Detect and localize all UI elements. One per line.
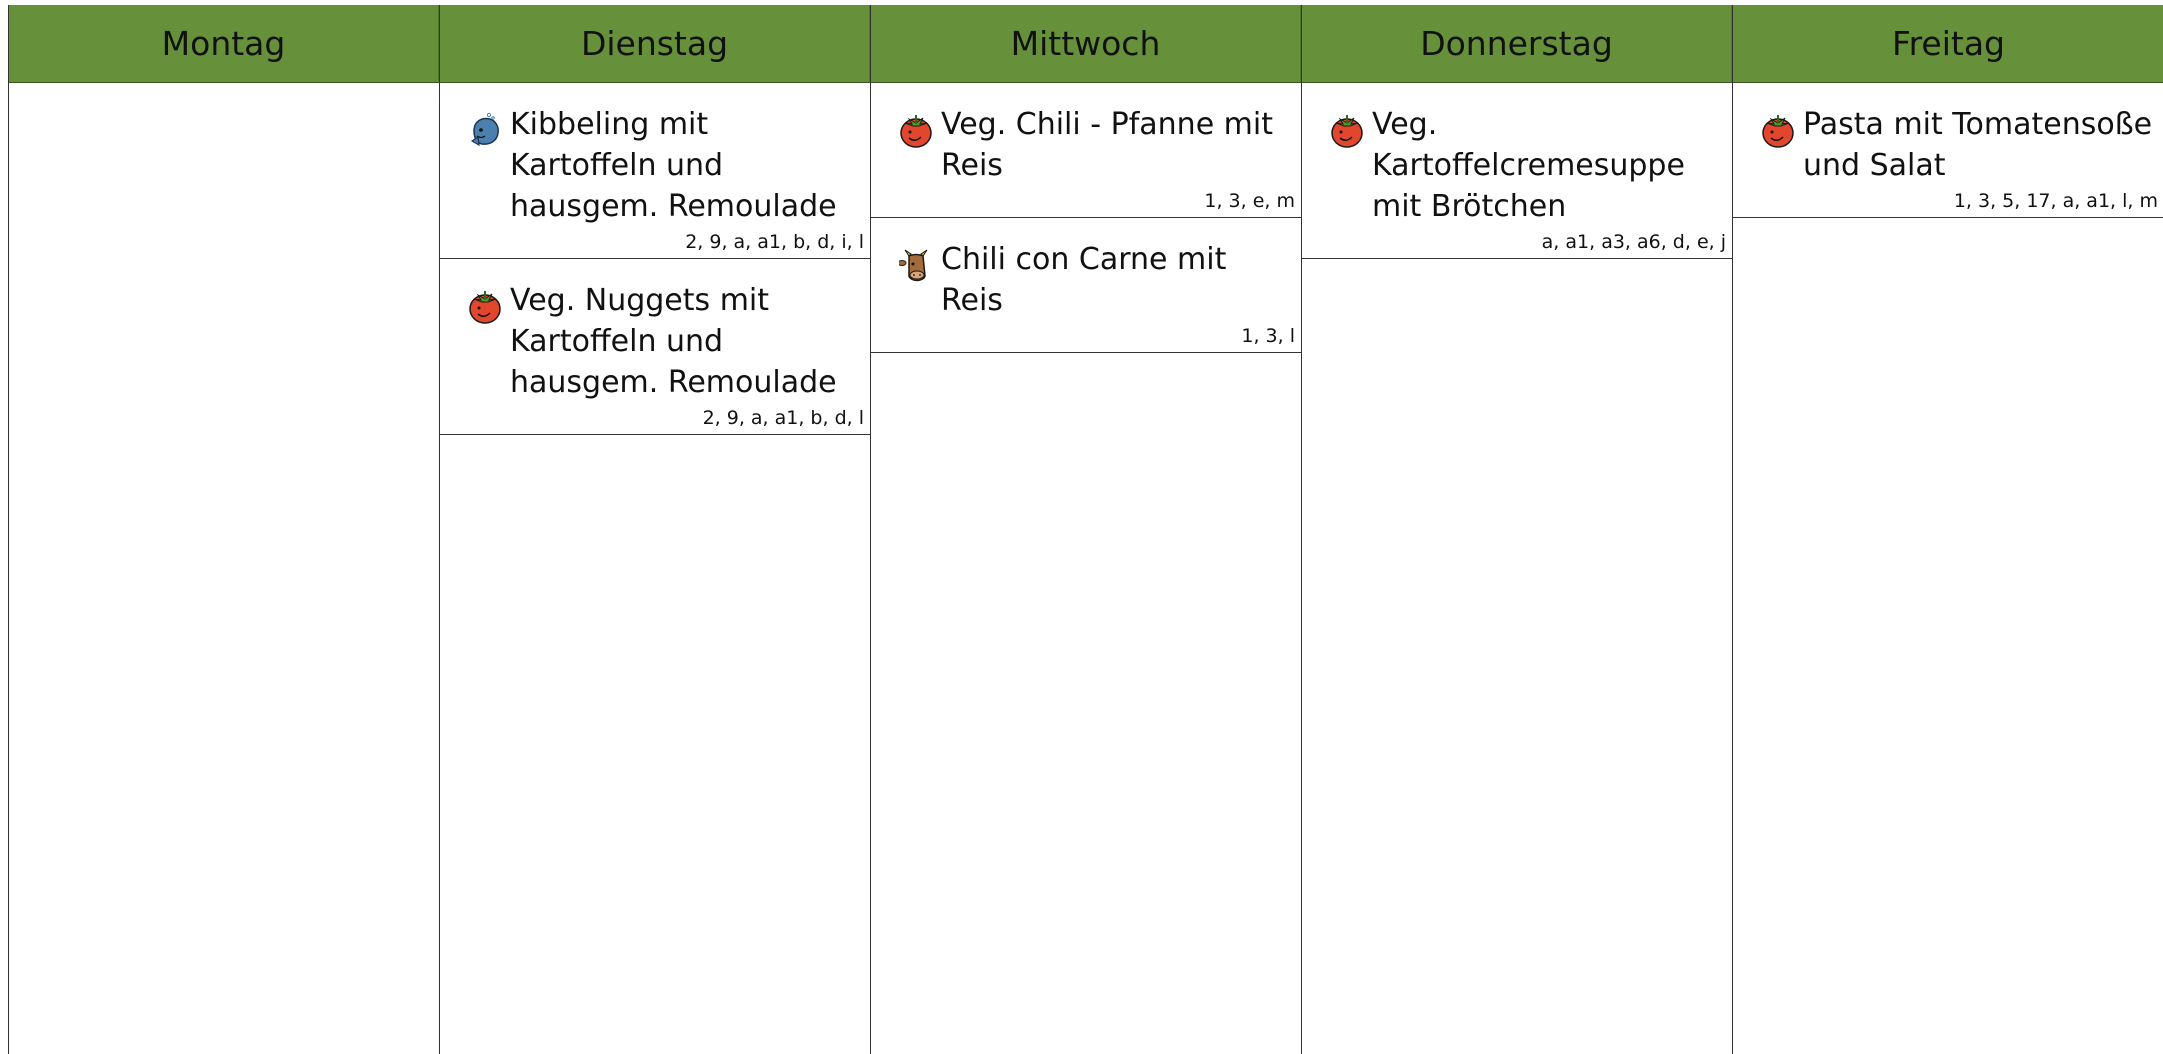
day-column-freitag: Freitag Pasta mit Tomatensoße und Salat …: [1733, 5, 2163, 1054]
day-header: Freitag: [1733, 5, 2163, 83]
day-column-donnerstag: Donnerstag Veg. Kartoffelcremesuppe mit …: [1302, 5, 1733, 1054]
meal-item[interactable]: Pasta mit Tomatensoße und Salat 1, 3, 5,…: [1733, 83, 2163, 218]
day-header: Mittwoch: [871, 5, 1301, 83]
meal-title: Veg. Nuggets mit Kartoffeln und hausgem.…: [510, 283, 837, 400]
meal-item[interactable]: Chili con Carne mit Reis 1, 3, l: [871, 218, 1301, 353]
beef-cow-icon: [899, 249, 928, 282]
meal-list: Kibbeling mit Kartoffeln und hausgem. Re…: [440, 83, 870, 1054]
meal-title: Kibbeling mit Kartoffeln und hausgem. Re…: [510, 107, 837, 224]
day-column-dienstag: Dienstag Kibbeling mit Kartoffeln und ha…: [440, 5, 871, 1054]
meal-title: Chili con Carne mit Reis: [941, 242, 1227, 318]
meal-allergens: 2, 9, a, a1, b, d, l: [702, 407, 864, 429]
meal-allergens: 1, 3, e, m: [1204, 190, 1295, 212]
meal-allergens: 1, 3, 5, 17, a, a1, l, m: [1953, 190, 2158, 212]
vegetarian-tomato-icon: [1762, 115, 1794, 148]
meal-item[interactable]: Kibbeling mit Kartoffeln und hausgem. Re…: [440, 83, 870, 259]
vegetarian-tomato-icon: [469, 291, 501, 324]
meal-list: Veg. Chili - Pfanne mit Reis 1, 3, e, m …: [871, 83, 1301, 1054]
meal-item[interactable]: Veg. Nuggets mit Kartoffeln und hausgem.…: [440, 259, 870, 435]
meal-item[interactable]: Veg. Kartoffelcremesuppe mit Brötchen a,…: [1302, 83, 1732, 259]
meal-title: Pasta mit Tomatensoße und Salat: [1803, 107, 2153, 183]
day-header: Donnerstag: [1302, 5, 1732, 83]
weekly-menu-plan: Montag Dienstag Kibbeling mit Kartoffeln…: [8, 5, 2163, 1054]
meal-title: Veg. Kartoffelcremesuppe mit Brötchen: [1372, 107, 1685, 224]
fish-icon: [470, 112, 499, 147]
vegetarian-tomato-icon: [1331, 115, 1363, 148]
day-header: Dienstag: [440, 5, 870, 83]
vegetarian-tomato-icon: [900, 115, 932, 148]
meal-list: Pasta mit Tomatensoße und Salat 1, 3, 5,…: [1733, 83, 2163, 1054]
meal-title: Veg. Chili - Pfanne mit Reis: [941, 107, 1274, 183]
day-column-mittwoch: Mittwoch Veg. Chili - Pfanne mit Reis 1,…: [871, 5, 1302, 1054]
meal-list: Veg. Kartoffelcremesuppe mit Brötchen a,…: [1302, 83, 1732, 1054]
meal-allergens: 1, 3, l: [1241, 325, 1295, 347]
day-column-montag: Montag: [9, 5, 440, 1054]
meal-list: [9, 83, 439, 1054]
meal-allergens: a, a1, a3, a6, d, e, j: [1541, 231, 1726, 253]
meal-allergens: 2, 9, a, a1, b, d, i, l: [685, 231, 864, 253]
day-header: Montag: [9, 5, 439, 83]
meal-item[interactable]: Veg. Chili - Pfanne mit Reis 1, 3, e, m: [871, 83, 1301, 218]
